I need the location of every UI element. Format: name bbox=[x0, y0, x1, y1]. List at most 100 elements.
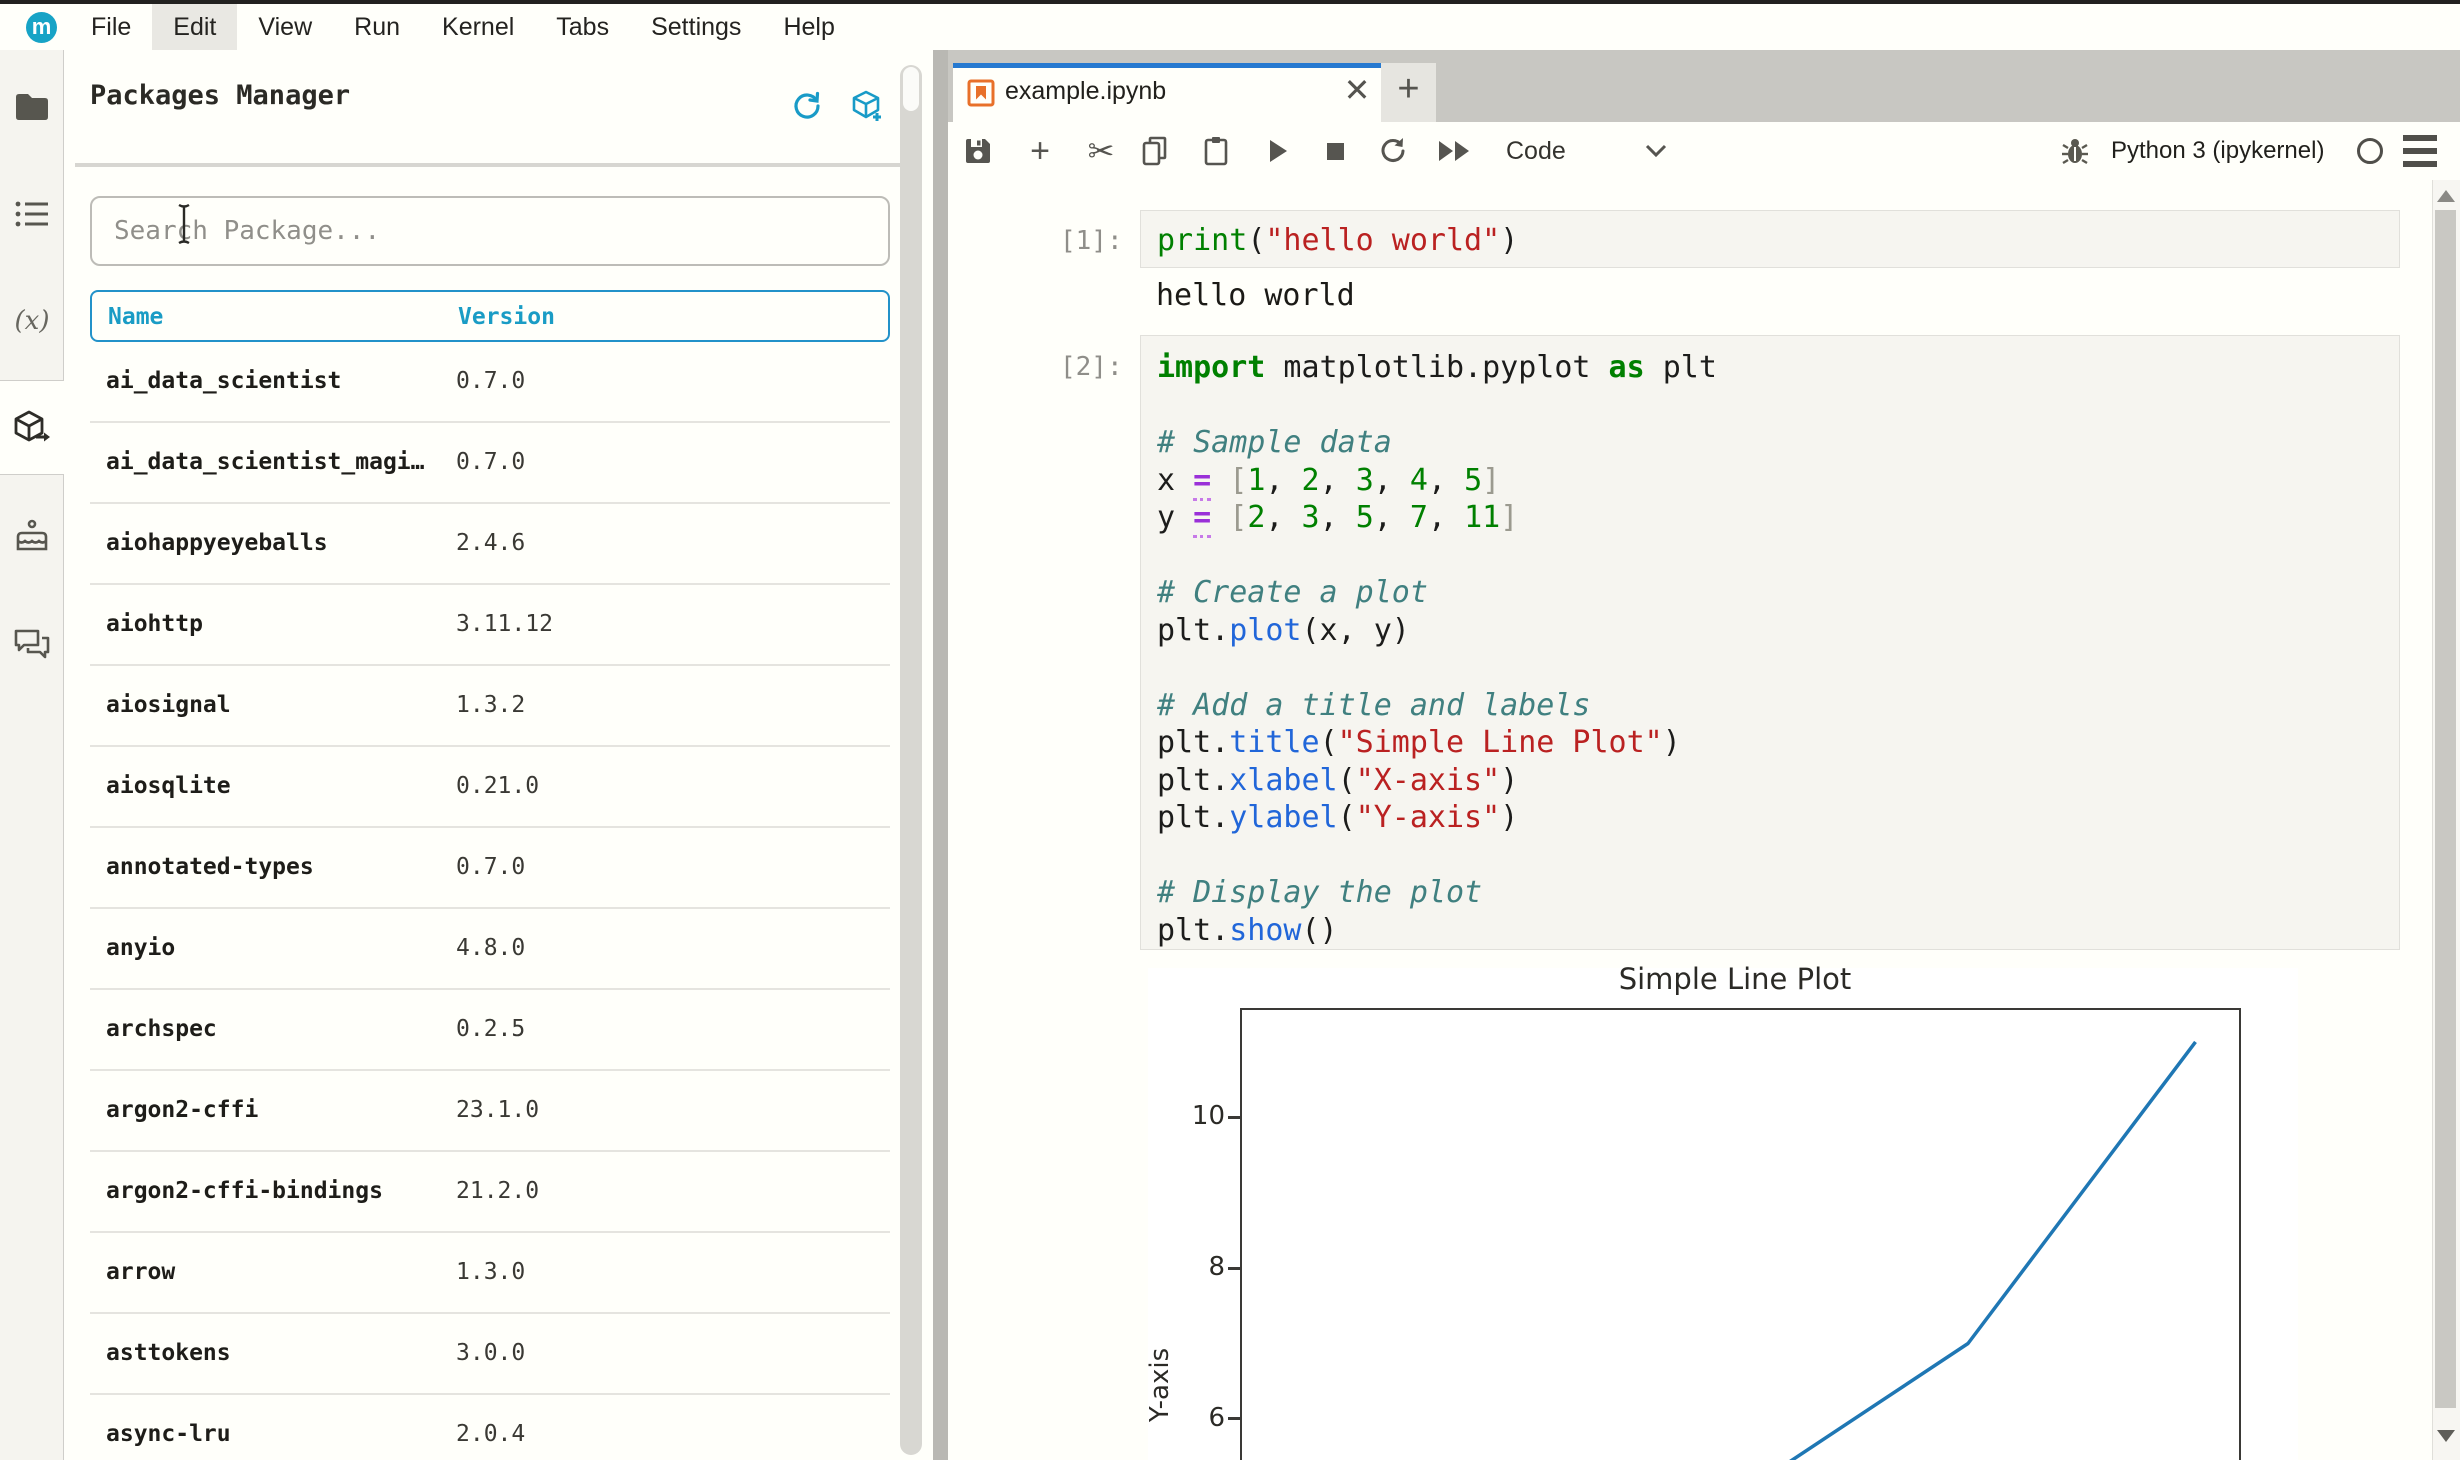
table-row[interactable]: ai_data_scientist 0.7.0 bbox=[90, 342, 890, 423]
search-box bbox=[90, 196, 890, 266]
table-row[interactable]: asttokens3.0.0 bbox=[90, 1314, 890, 1395]
package-name: ai_data_scientist bbox=[106, 368, 341, 394]
restart-kernel-button[interactable] bbox=[1373, 131, 1413, 171]
package-name: anyio bbox=[106, 935, 175, 961]
activity-bar: (x) bbox=[0, 50, 64, 1460]
package-manager-icon bbox=[12, 409, 52, 447]
menu-item-file[interactable]: File bbox=[70, 4, 152, 50]
cell-type-dropdown-button[interactable] bbox=[1636, 131, 1676, 171]
table-row[interactable]: aiosqlite 0.21.0 bbox=[90, 747, 890, 828]
debugger-button[interactable] bbox=[2055, 131, 2095, 171]
packages-scrollbar-track[interactable] bbox=[900, 65, 922, 1455]
restart-icon bbox=[1378, 136, 1408, 166]
sidebar-item-running-sessions[interactable] bbox=[8, 190, 56, 238]
add-cell-icon: + bbox=[1030, 136, 1050, 166]
table-row[interactable]: archspec0.2.5 bbox=[90, 990, 890, 1071]
tab-example-ipynb[interactable]: example.ipynb ✕ bbox=[953, 63, 1381, 122]
sidebar-item-variables[interactable]: (x) bbox=[8, 297, 56, 345]
code-cell-input[interactable]: print("hello world") bbox=[1140, 210, 2400, 268]
package-version: 0.2.5 bbox=[456, 1016, 525, 1042]
table-row[interactable]: async-lru2.0.4 bbox=[90, 1395, 890, 1460]
sidebar-item-packages[interactable] bbox=[8, 404, 56, 452]
restart-run-all-button[interactable] bbox=[1434, 131, 1474, 171]
panel-resize-handle[interactable] bbox=[933, 50, 948, 1460]
menu-item-run[interactable]: Run bbox=[333, 4, 421, 50]
run-icon bbox=[1270, 140, 1287, 162]
add-package-button[interactable] bbox=[847, 86, 887, 126]
package-name: aiosignal bbox=[106, 692, 231, 718]
column-header-version[interactable]: Version bbox=[458, 304, 555, 330]
plot-axes bbox=[1240, 1008, 2241, 1460]
table-row[interactable]: argon2-cffi-bindings21.2.0 bbox=[90, 1152, 890, 1233]
plot-ylabel: Y-axis bbox=[1145, 1348, 1175, 1422]
package-version: 0.7.0 bbox=[456, 368, 525, 394]
code-editor[interactable]: print("hello world") bbox=[1141, 211, 2399, 260]
copy-cell-button[interactable] bbox=[1135, 131, 1175, 171]
table-row[interactable]: aiohttp3.11.12 bbox=[90, 585, 890, 666]
menu-item-help[interactable]: Help bbox=[762, 4, 855, 50]
table-header[interactable]: Name Version bbox=[90, 290, 890, 342]
ytick-label: 8 bbox=[1175, 1252, 1225, 1282]
menu-item-tabs[interactable]: Tabs bbox=[535, 4, 630, 50]
app-logo[interactable]: m bbox=[26, 12, 57, 43]
sidebar-item-pypi[interactable] bbox=[8, 512, 56, 560]
scroll-up-icon[interactable] bbox=[2437, 190, 2455, 202]
table-row[interactable]: argon2-cffi 23.1.0 bbox=[90, 1071, 890, 1152]
running-sessions-icon bbox=[15, 200, 49, 228]
table-row[interactable]: arrow1.3.0 bbox=[90, 1233, 890, 1314]
table-row[interactable]: anyio4.8.0 bbox=[90, 909, 890, 990]
package-name: argon2-cffi bbox=[106, 1097, 258, 1123]
package-version: 0.21.0 bbox=[456, 773, 539, 799]
search-input[interactable] bbox=[92, 198, 888, 264]
menu-item-view[interactable]: View bbox=[237, 4, 333, 50]
jupyterlab-window: m File Edit View Run Kernel Tabs Setting… bbox=[0, 0, 2460, 1460]
table-row[interactable]: annotated-types0.7.0 bbox=[90, 828, 890, 909]
add-cell-button[interactable]: + bbox=[1020, 131, 1060, 171]
table-row[interactable]: aiosignal1.3.2 bbox=[90, 666, 890, 747]
cell-output: hello world bbox=[1156, 278, 1355, 313]
package-name: arrow bbox=[106, 1259, 175, 1285]
paste-cell-button[interactable] bbox=[1196, 131, 1236, 171]
menu-item-edit[interactable]: Edit bbox=[152, 4, 237, 50]
package-version: 0.7.0 bbox=[456, 449, 525, 475]
package-version: 3.0.0 bbox=[456, 1340, 525, 1366]
column-header-name[interactable]: Name bbox=[108, 304, 163, 330]
sidebar-item-files[interactable] bbox=[8, 83, 56, 131]
notebook-file-icon bbox=[967, 79, 995, 107]
toolbar-menu-button[interactable] bbox=[2403, 135, 2437, 167]
ytick-mark bbox=[1228, 1116, 1240, 1119]
package-name: aiohappyeyeballs bbox=[106, 530, 328, 556]
run-cell-button[interactable] bbox=[1258, 131, 1298, 171]
menu-item-kernel[interactable]: Kernel bbox=[421, 4, 535, 50]
package-version: 23.1.0 bbox=[456, 1097, 539, 1123]
close-tab-icon[interactable]: ✕ bbox=[1333, 63, 1381, 122]
notebook-content[interactable]: [1]: print("hello world") hello world [2… bbox=[948, 180, 2460, 1460]
table-row[interactable]: ai_data_scientist_magi…0.7.0 bbox=[90, 423, 890, 504]
packages-panel: Packages Manager bbox=[64, 50, 933, 1460]
packages-table: Name Version ai_data_scientist0.7.0ai_da… bbox=[90, 290, 890, 1460]
ytick-mark bbox=[1228, 1417, 1240, 1420]
stop-kernel-button[interactable] bbox=[1315, 131, 1355, 171]
refresh-packages-button[interactable] bbox=[787, 86, 827, 126]
packages-scrollbar-thumb[interactable] bbox=[903, 67, 919, 111]
kernel-status-icon[interactable] bbox=[2357, 138, 2383, 164]
ytick-label: 10 bbox=[1175, 1101, 1225, 1131]
cut-cell-button[interactable]: ✂ bbox=[1081, 131, 1121, 171]
sidebar-item-chat[interactable] bbox=[8, 621, 56, 669]
package-name: aiosqlite bbox=[106, 773, 231, 799]
scroll-down-icon[interactable] bbox=[2437, 1430, 2455, 1442]
notebook-toolbar: + ✂ bbox=[948, 122, 2460, 182]
package-name: annotated-types bbox=[106, 854, 314, 880]
chevron-down-icon bbox=[1645, 144, 1667, 158]
kernel-name[interactable]: Python 3 (ipykernel) bbox=[2111, 122, 2324, 180]
new-tab-button[interactable]: + bbox=[1381, 63, 1436, 122]
package-name: aiohttp bbox=[106, 611, 203, 637]
tab-title: example.ipynb bbox=[1005, 63, 1166, 122]
save-button[interactable] bbox=[958, 131, 998, 171]
table-row[interactable]: aiohappyeyeballs2.4.6 bbox=[90, 504, 890, 585]
cell-type-dropdown[interactable]: Code bbox=[1496, 122, 1566, 180]
code-editor[interactable]: import matplotlib.pyplot as plt # Sample… bbox=[1141, 336, 2399, 949]
code-cell-input[interactable]: import matplotlib.pyplot as plt # Sample… bbox=[1140, 335, 2400, 950]
notebook-scrollbar-thumb[interactable] bbox=[2435, 210, 2456, 1408]
menu-item-settings[interactable]: Settings bbox=[630, 4, 762, 50]
